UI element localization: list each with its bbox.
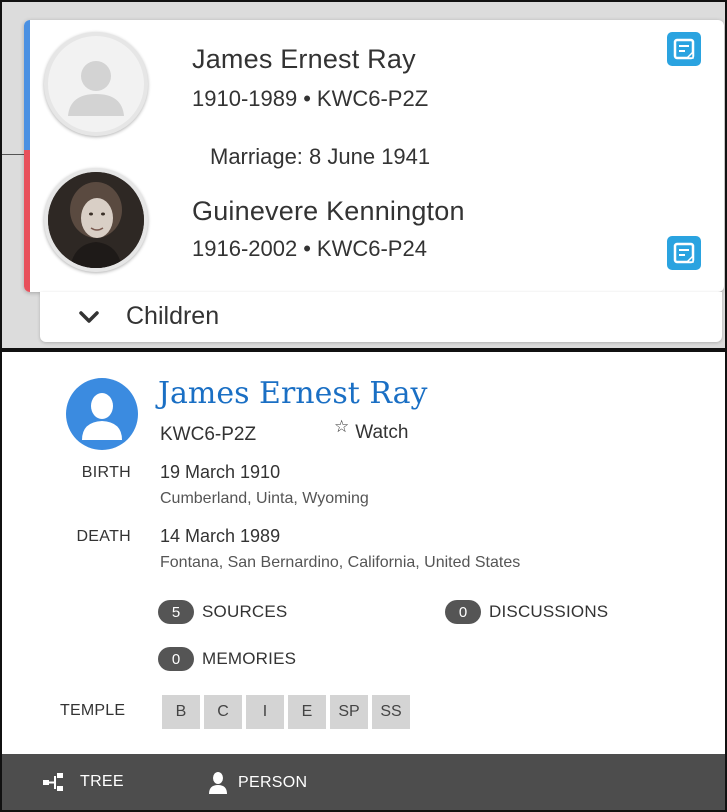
couple-panel: James Ernest Ray 1910-1989 • KWC6-P2Z Marr… — [0, 0, 727, 350]
ordinance-sealing-to-parents[interactable]: SP — [330, 695, 368, 729]
discussions-count-badge: 0 — [445, 600, 481, 624]
husband-portrait[interactable] — [44, 32, 148, 136]
death-date: 14 March 1989 — [160, 526, 281, 546]
person-card-icon — [673, 242, 695, 264]
person-silhouette-icon — [82, 393, 122, 440]
watch-button[interactable]: ☆ Watch — [334, 417, 409, 444]
person-view-button[interactable]: PERSON — [208, 772, 307, 794]
marriage-date: Marriage: 8 June 1941 — [210, 144, 431, 169]
death-label: DEATH — [76, 528, 131, 545]
tree-label: TREE — [80, 773, 124, 790]
wife-person-card-icon[interactable] — [667, 236, 701, 270]
husband-lifespan: 1910-1989 — [192, 86, 298, 111]
star-outline-icon: ☆ — [334, 417, 350, 436]
bottom-nav-bar: TREE PERSON — [2, 754, 725, 810]
memories-link[interactable]: 0 MEMORIES — [158, 647, 296, 671]
discussions-label: DISCUSSIONS — [489, 602, 609, 621]
husband-name[interactable]: James Ernest Ray — [192, 44, 416, 75]
person-name-link[interactable]: James Ernest Ray — [158, 376, 427, 411]
birth-label: BIRTH — [81, 464, 131, 481]
wife-lifespan-id: 1916-2002 • KWC6-P24 — [192, 236, 427, 262]
husband-person-card-icon[interactable] — [667, 32, 701, 66]
wife-portrait[interactable] — [44, 168, 148, 272]
ordinance-confirmation[interactable]: C — [204, 695, 242, 729]
sources-label: SOURCES — [202, 602, 288, 621]
death-place: Fontana, San Bernardino, California, Uni… — [160, 554, 521, 571]
children-toggle[interactable]: Children — [40, 292, 722, 342]
discussions-link[interactable]: 0 DISCUSSIONS — [445, 600, 608, 624]
watch-label: Watch — [355, 422, 409, 443]
temple-ordinances: B C I E SP SS — [162, 695, 410, 729]
couple-card: James Ernest Ray 1910-1989 • KWC6-P2Z Marr… — [24, 20, 724, 292]
ordinance-sealing-to-spouse[interactable]: SS — [372, 695, 410, 729]
birth-place: Cumberland, Uinta, Wyoming — [160, 490, 369, 507]
person-card-icon — [673, 38, 695, 60]
tree-view-button[interactable]: TREE — [42, 772, 124, 792]
ordinance-endowment[interactable]: E — [288, 695, 326, 729]
person-id: KWC6-P2Z — [160, 424, 257, 445]
portrait-photo — [48, 172, 144, 268]
ordinance-initiatory[interactable]: I — [246, 695, 284, 729]
separator-dot: • — [303, 236, 311, 261]
wife-name[interactable]: Guinevere Kennington — [192, 196, 465, 227]
person-icon — [209, 772, 227, 794]
sources-count-badge: 5 — [158, 600, 194, 624]
husband-id: KWC6-P2Z — [316, 86, 429, 111]
birth-date: 19 March 1910 — [160, 462, 281, 482]
wife-id: KWC6-P24 — [316, 236, 427, 261]
chevron-down-icon — [79, 311, 99, 323]
person-avatar — [66, 378, 138, 450]
temple-label: TEMPLE — [60, 702, 126, 719]
memories-label: MEMORIES — [202, 649, 297, 668]
person-label: PERSON — [238, 774, 308, 791]
ordinance-baptism[interactable]: B — [162, 695, 200, 729]
person-detail-panel: James Ernest Ray KWC6-P2Z ☆ Watch BIRTH 1… — [0, 350, 727, 812]
separator-dot: • — [303, 86, 311, 111]
silhouette-icon — [68, 61, 124, 116]
wife-lifespan: 1916-2002 — [192, 236, 298, 261]
sources-link[interactable]: 5 SOURCES — [158, 600, 287, 624]
male-indicator-bar — [24, 20, 30, 150]
female-indicator-bar — [24, 150, 30, 292]
tree-icon — [43, 773, 63, 791]
husband-lifespan-id: 1910-1989 • KWC6-P2Z — [192, 86, 428, 112]
memories-count-badge: 0 — [158, 647, 194, 671]
children-label: Children — [126, 302, 220, 330]
